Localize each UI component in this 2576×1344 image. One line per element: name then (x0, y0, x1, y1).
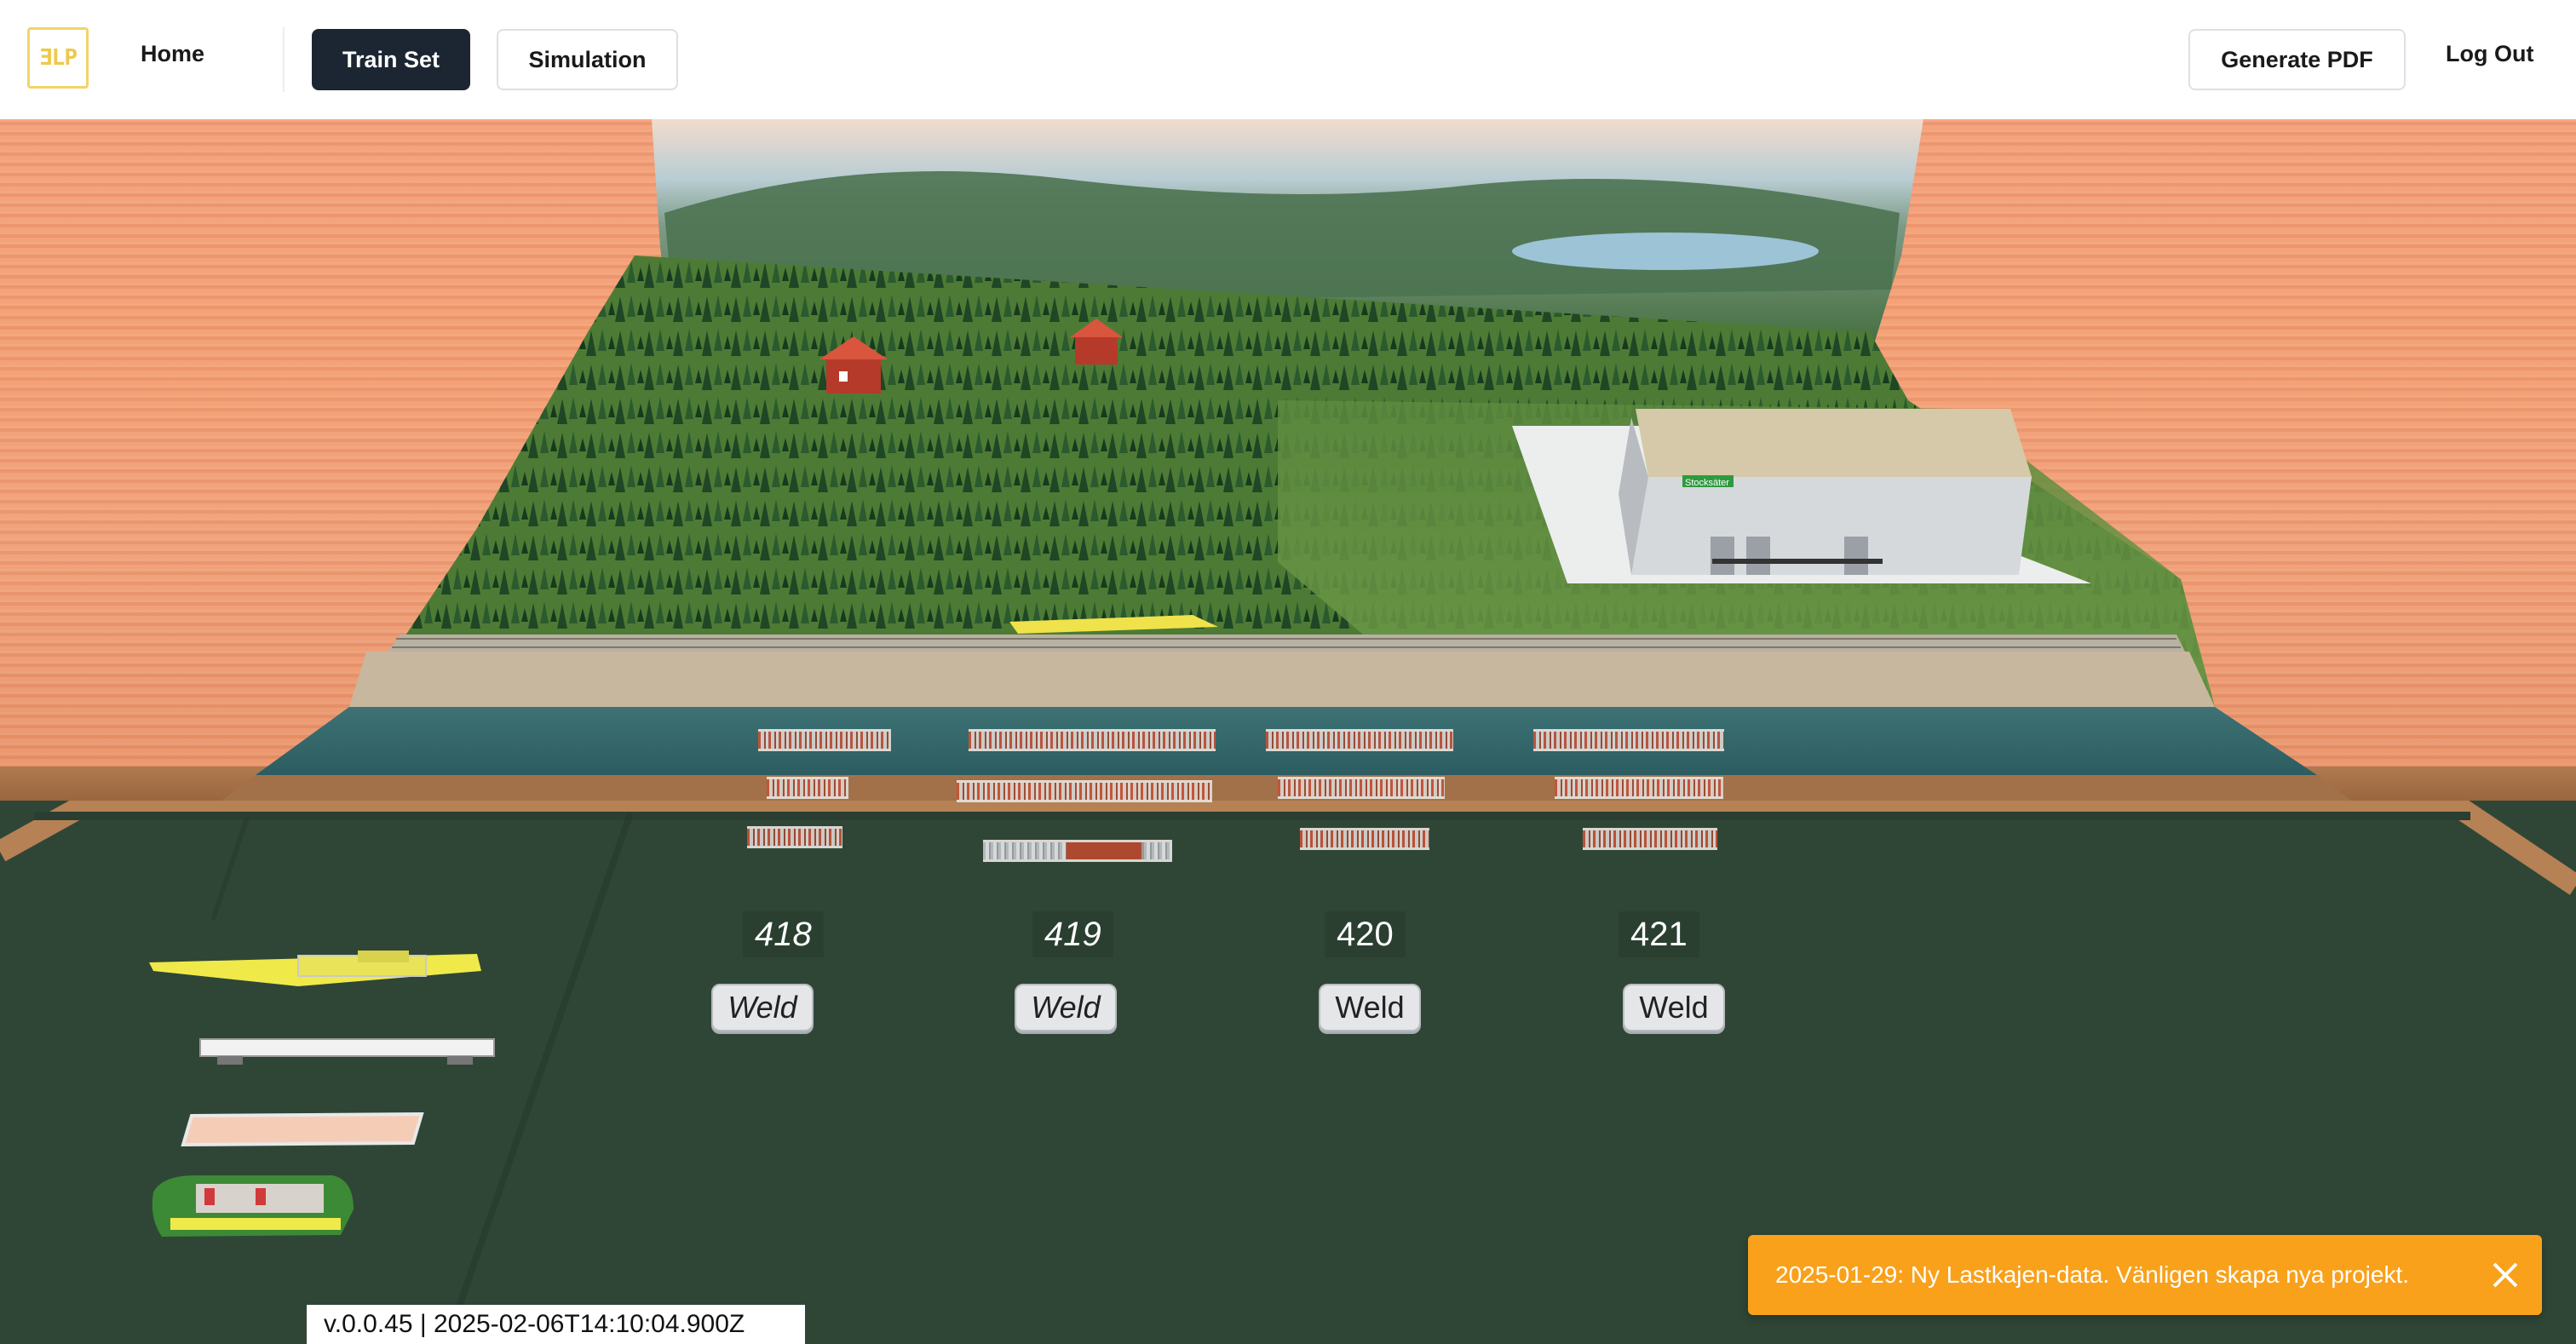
generate-pdf-button[interactable]: Generate PDF (2188, 29, 2406, 90)
track-piece[interactable] (747, 826, 842, 848)
track-piece[interactable] (767, 777, 848, 799)
track-piece[interactable] (1300, 828, 1429, 850)
warehouse-building: Stocksäter (1619, 409, 2032, 575)
track-piece[interactable] (983, 840, 1172, 862)
version-label: v.0.0.45 | 2025-02-06T14:10:04.900Z (307, 1305, 805, 1344)
track-piece[interactable] (969, 729, 1216, 751)
track-piece[interactable] (1583, 828, 1717, 850)
station-number-421: 421 (1619, 911, 1699, 957)
notification-toast: 2025-01-29: Ny Lastkajen-data. Vänligen … (1748, 1235, 2542, 1315)
log-out-link[interactable]: Log Out (2446, 41, 2533, 67)
notification-message: 2025-01-29: Ny Lastkajen-data. Vänligen … (1775, 1261, 2410, 1288)
station-number-420: 420 (1325, 911, 1406, 957)
weld-button-418[interactable]: Weld (711, 984, 814, 1031)
track-piece[interactable] (957, 780, 1212, 802)
top-navbar: ƎLP Home Train Set Simulation Generate P… (0, 0, 2576, 119)
railway-track (388, 635, 2185, 652)
warehouse-sign: Stocksäter (1685, 478, 1729, 488)
tab-simulation[interactable]: Simulation (497, 29, 678, 90)
nav-divider (283, 27, 285, 92)
track-piece[interactable] (1266, 729, 1453, 751)
track-piece[interactable] (1555, 777, 1723, 799)
track-piece[interactable] (1278, 777, 1445, 799)
track-piece[interactable] (1533, 729, 1724, 751)
app-logo[interactable]: ƎLP (27, 27, 89, 89)
close-icon[interactable] (2489, 1259, 2521, 1291)
station-number-418: 418 (743, 911, 824, 957)
logo-text: ƎLP (39, 45, 78, 71)
track-piece[interactable] (758, 729, 891, 751)
weld-button-419[interactable]: Weld (1015, 984, 1117, 1031)
peach-flatcar-icon[interactable] (181, 1111, 424, 1147)
tab-train-set[interactable]: Train Set (312, 29, 470, 90)
nav-home-link[interactable]: Home (141, 41, 204, 67)
train-set-3d-viewport[interactable]: Stocksäter 418 Weld 419 Weld 420 Weld 42… (0, 119, 2576, 1344)
lake (1512, 233, 1819, 270)
green-locomotive-icon[interactable] (152, 1175, 354, 1237)
shoreline (349, 652, 2215, 707)
weld-button-421[interactable]: Weld (1623, 984, 1725, 1031)
weld-button-420[interactable]: Weld (1319, 984, 1421, 1031)
station-number-419: 419 (1032, 911, 1113, 957)
landscape-diorama[interactable]: Stocksäter (0, 119, 2576, 818)
